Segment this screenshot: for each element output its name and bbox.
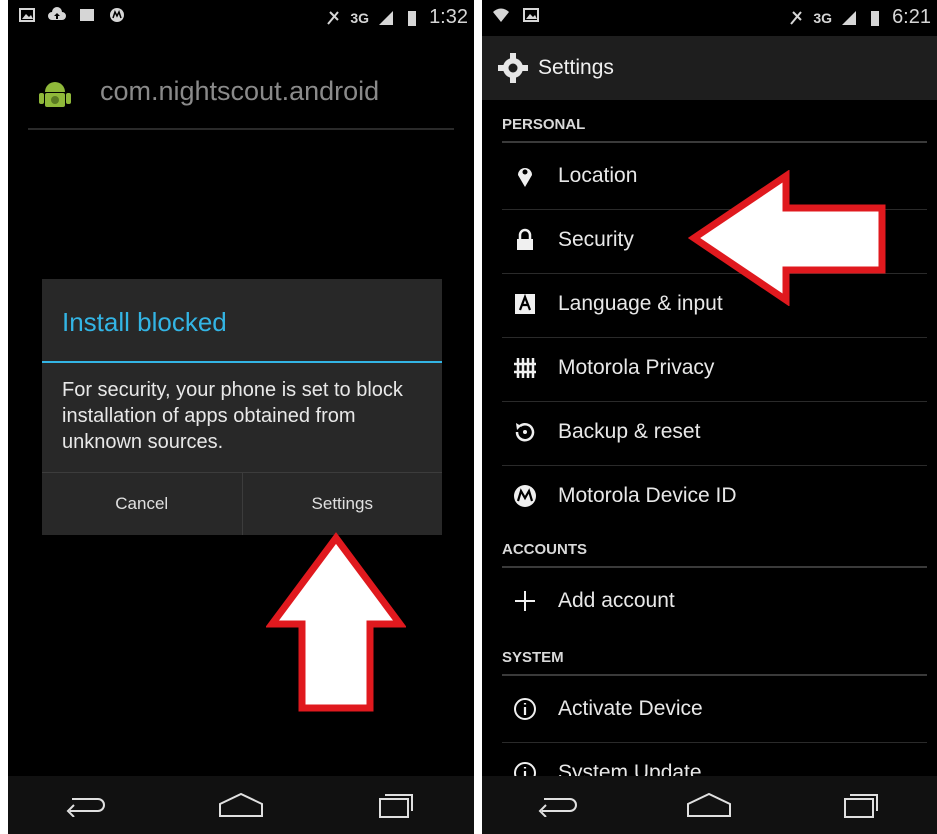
section-header-accounts: ACCOUNTS: [502, 541, 927, 568]
settings-action-bar: Settings: [482, 36, 937, 100]
settings-item-label: Motorola Device ID: [558, 484, 737, 507]
left-arrow-annotation: [688, 170, 886, 306]
back-icon: [538, 798, 577, 817]
settings-item-backup-reset[interactable]: Backup & reset: [502, 401, 927, 466]
settings-item-label: Motorola Privacy: [558, 356, 715, 379]
navigation-bar: [482, 776, 937, 834]
navigation-bar: [8, 776, 474, 834]
settings-item-add-account[interactable]: Add account: [502, 570, 927, 634]
status-time: 6:21: [892, 6, 931, 28]
cancel-button[interactable]: Cancel: [42, 473, 242, 535]
settings-item-motorola-privacy[interactable]: Motorola Privacy: [502, 337, 927, 402]
install-blocked-dialog: Install blocked For security, your phone…: [42, 279, 442, 535]
settings-item-label: Backup & reset: [558, 420, 701, 443]
status-bar: 3G 6:21: [482, 0, 937, 36]
gallery-notification-icon: [523, 8, 539, 22]
status-time: 1:32: [429, 6, 468, 28]
network-type: 3G: [350, 9, 370, 26]
lock-icon: [517, 228, 533, 250]
dialog-message: For security, your phone is set to block…: [62, 379, 403, 453]
settings-button[interactable]: Settings: [241, 473, 443, 535]
left-phone-screen: 3G 1:32 com.nightscout.android Install b…: [8, 0, 474, 834]
keyboard-letter-icon: [515, 293, 535, 314]
recent-apps-icon: [844, 794, 879, 818]
app-package-name: com.nightscout.android: [100, 76, 380, 106]
network-type: 3G: [813, 9, 833, 26]
signal-strength-icon: [379, 10, 394, 25]
info-icon: [514, 698, 536, 720]
battery-icon: [871, 10, 880, 26]
recent-apps-button[interactable]: [831, 785, 891, 825]
backup-restore-icon: [515, 423, 535, 442]
status-bar: 3G 1:32: [8, 0, 474, 36]
settings-item-label: Location: [558, 164, 638, 187]
privacy-grid-icon: [514, 358, 536, 378]
right-phone-screen: 3G 6:21 Settings PERSONAL Location Secur…: [482, 0, 937, 834]
wifi-icon: [493, 8, 509, 22]
back-button[interactable]: [56, 785, 116, 825]
page-title: Settings: [538, 56, 614, 79]
dialog-divider: [42, 361, 442, 363]
battery-icon: [408, 10, 417, 26]
motorola-logo-icon: [514, 485, 536, 507]
settings-item-activate-device[interactable]: Activate Device: [502, 678, 927, 743]
no-signal-icon: [790, 10, 803, 25]
settings-item-label: Security: [558, 228, 634, 251]
home-button[interactable]: [679, 785, 739, 825]
back-icon: [66, 798, 105, 817]
cloud-upload-icon: [48, 7, 66, 20]
section-header-personal: PERSONAL: [502, 116, 927, 143]
home-icon: [218, 792, 263, 817]
recent-apps-icon: [379, 794, 414, 818]
dialog-title: Install blocked: [62, 307, 227, 337]
settings-gear-icon[interactable]: [498, 53, 528, 83]
settings-item-label: Add account: [558, 589, 675, 612]
settings-item-label: Activate Device: [558, 697, 703, 720]
home-button[interactable]: [211, 785, 271, 825]
android-robot-icon: [39, 82, 71, 107]
section-header-system: SYSTEM: [502, 649, 927, 676]
gallery-notification-icon: [19, 8, 35, 22]
plus-icon: [515, 591, 535, 611]
location-pin-icon: [518, 168, 532, 187]
back-button[interactable]: [528, 785, 588, 825]
home-icon: [687, 792, 732, 817]
settings-item-motorola-device-id[interactable]: Motorola Device ID: [502, 465, 927, 529]
signal-strength-icon: [842, 10, 857, 25]
recent-apps-button[interactable]: [366, 785, 426, 825]
barcode-icon: [80, 9, 94, 21]
app-header: com.nightscout.android: [28, 60, 454, 130]
up-arrow-annotation: [266, 532, 406, 712]
motorola-icon: [110, 8, 124, 22]
dialog-button-bar: Cancel Settings: [42, 472, 442, 535]
no-signal-icon: [327, 10, 340, 25]
